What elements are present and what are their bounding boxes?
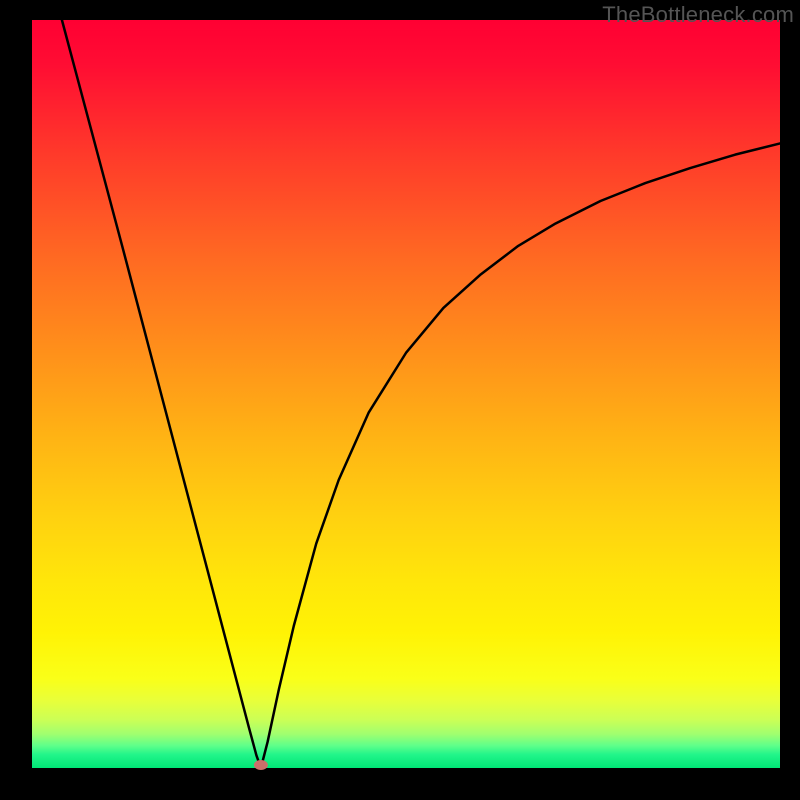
chart-frame: TheBottleneck.com bbox=[0, 0, 800, 800]
curve-right-branch bbox=[261, 143, 780, 768]
minimum-point-marker bbox=[254, 760, 268, 770]
plot-area bbox=[32, 20, 780, 768]
curve-layer bbox=[32, 20, 780, 768]
curve-left-branch bbox=[62, 20, 261, 768]
watermark-text: TheBottleneck.com bbox=[602, 2, 794, 28]
